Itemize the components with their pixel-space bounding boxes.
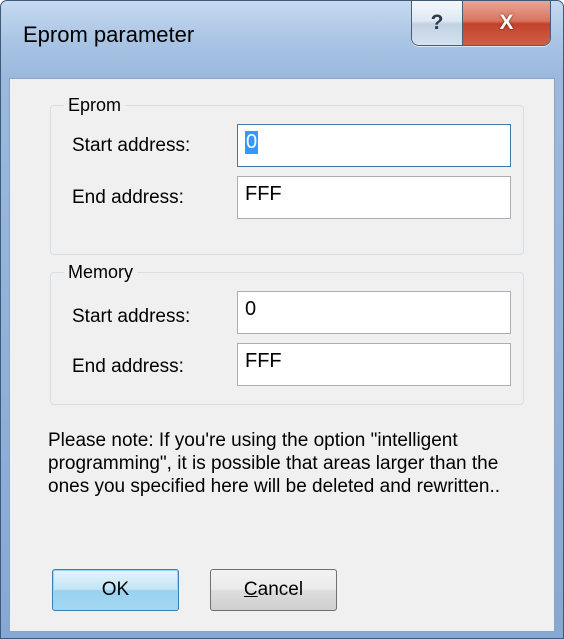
question-mark-icon: ?: [430, 11, 444, 34]
memory-end-label: End address:: [72, 356, 184, 377]
eprom-groupbox: Eprom Start address: 0 End address: FFF: [50, 95, 524, 255]
cancel-button[interactable]: Cancel: [210, 569, 337, 611]
window-title: Eprom parameter: [23, 22, 195, 47]
memory-start-value: 0: [245, 298, 257, 320]
dialog-window: Eprom parameter ? X Eprom Start address:…: [0, 0, 564, 639]
eprom-start-value: 0: [245, 131, 259, 154]
memory-group-label: Memory: [64, 262, 138, 282]
caption-buttons: ? X: [411, 1, 551, 46]
cancel-button-label: Cancel: [244, 579, 303, 601]
memory-end-field[interactable]: FFF: [237, 343, 511, 386]
cancel-label-rest: ancel: [257, 579, 304, 600]
eprom-group-label: Eprom: [64, 95, 126, 115]
ok-button-label: OK: [101, 579, 130, 600]
cancel-mnemonic: C: [243, 579, 258, 600]
dialog-body: Eprom Start address: 0 End address: FFF …: [9, 78, 555, 632]
eprom-start-field[interactable]: 0: [237, 124, 511, 167]
note-text: Please note: If you're using the option …: [48, 430, 501, 497]
close-icon: X: [499, 11, 514, 34]
title-bar[interactable]: Eprom parameter ? X: [1, 1, 563, 78]
ok-button[interactable]: OK: [52, 569, 179, 611]
memory-start-field[interactable]: 0: [237, 291, 511, 334]
memory-groupbox: Memory Start address: 0 End address: FFF: [50, 262, 524, 405]
eprom-start-label: Start address:: [72, 135, 191, 156]
memory-end-value: FFF: [245, 350, 282, 372]
eprom-end-value: FFF: [245, 183, 282, 205]
help-button[interactable]: ?: [412, 1, 463, 45]
close-button[interactable]: X: [463, 1, 550, 45]
memory-start-label: Start address:: [72, 306, 191, 327]
eprom-end-label: End address:: [72, 187, 184, 208]
eprom-end-field[interactable]: FFF: [237, 176, 511, 219]
